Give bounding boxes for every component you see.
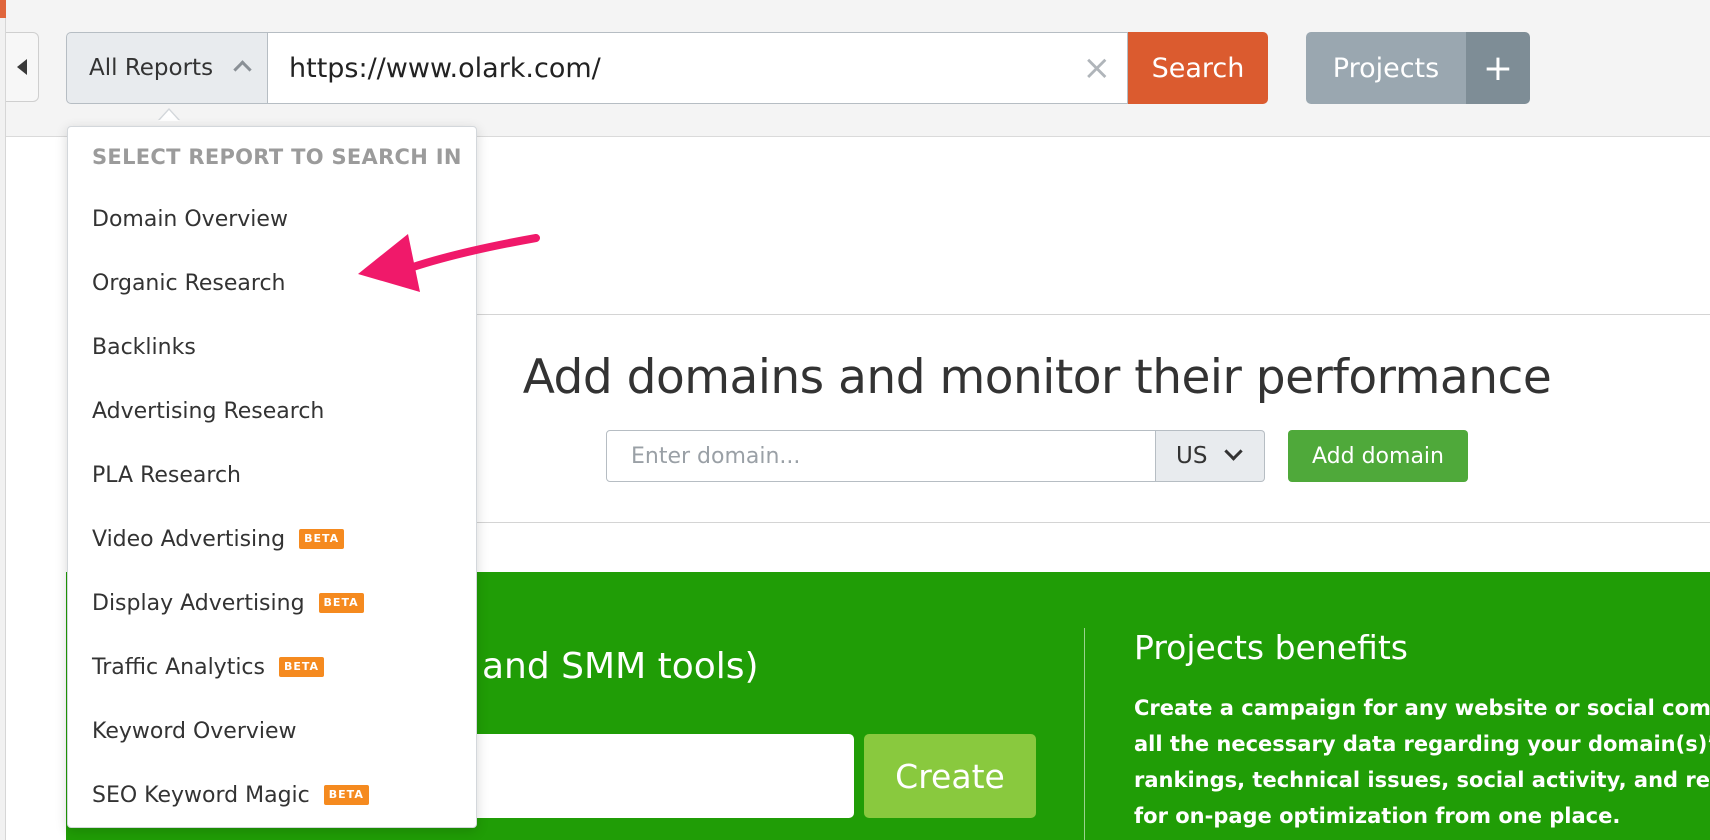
menu-item-seo-keyword-magic[interactable]: SEO Keyword Magic BETA [92, 775, 369, 815]
benefits-title: Projects benefits [1134, 628, 1408, 667]
benefits-line: Create a campaign for any website or soc… [1134, 696, 1710, 720]
beta-badge: BETA [299, 529, 345, 549]
beta-badge: BETA [279, 657, 325, 677]
dropdown-caret [158, 108, 180, 121]
menu-item-backlinks[interactable]: Backlinks [92, 327, 196, 367]
menu-item-label: Backlinks [92, 334, 196, 360]
domain-input[interactable] [606, 430, 1156, 482]
report-select[interactable]: All Reports [66, 32, 268, 104]
add-domain-button[interactable]: Add domain [1288, 430, 1468, 482]
menu-item-display-advertising[interactable]: Display Advertising BETA [92, 583, 364, 623]
benefits-line: all the necessary data regarding your do… [1134, 732, 1710, 756]
menu-item-domain-overview[interactable]: Domain Overview [92, 199, 288, 239]
menu-item-label: Keyword Overview [92, 718, 297, 744]
url-input[interactable] [268, 33, 1127, 103]
search-button[interactable]: Search [1128, 32, 1268, 104]
section-divider [476, 522, 1710, 523]
menu-item-label: PLA Research [92, 462, 241, 488]
menu-item-label: Advertising Research [92, 398, 325, 424]
section-divider [476, 314, 1710, 315]
menu-item-advertising-research[interactable]: Advertising Research [92, 391, 324, 431]
search-bar: All Reports × Search [66, 32, 1268, 104]
sidebar-collapse-button[interactable] [6, 32, 39, 102]
plus-icon[interactable]: + [1466, 32, 1530, 104]
close-icon[interactable]: × [1083, 51, 1112, 85]
menu-item-label: Organic Research [92, 270, 286, 296]
benefits-line: rankings, technical issues, social activ… [1134, 768, 1710, 792]
country-select[interactable]: US [1156, 430, 1265, 482]
menu-item-keyword-overview[interactable]: Keyword Overview [92, 711, 297, 751]
menu-item-traffic-analytics[interactable]: Traffic Analytics BETA [92, 647, 325, 687]
menu-item-label: Domain Overview [92, 206, 288, 232]
project-name-input[interactable] [470, 734, 854, 818]
panel-divider [1084, 628, 1085, 840]
triangle-left-icon [17, 59, 27, 75]
report-select-label: All Reports [89, 55, 214, 81]
country-label: US [1176, 443, 1208, 469]
menu-item-pla-research[interactable]: PLA Research [92, 455, 241, 495]
benefits-line: for on-page optimization from one place. [1134, 804, 1621, 828]
menu-item-video-advertising[interactable]: Video Advertising BETA [92, 519, 345, 559]
url-search-field: × [268, 32, 1128, 104]
menu-item-organic-research[interactable]: Organic Research [92, 263, 285, 303]
projects-controls: Projects + [1306, 32, 1530, 104]
menu-item-label: Display Advertising [92, 590, 305, 616]
menu-item-label: Traffic Analytics [92, 654, 265, 680]
add-domain-form: US [606, 430, 1265, 482]
projects-button[interactable]: Projects [1306, 32, 1466, 104]
menu-item-label: Video Advertising [92, 526, 286, 552]
page: All Reports × Search Projects + Add doma… [0, 0, 1710, 840]
monitor-title: Add domains and monitor their performanc… [522, 350, 1552, 405]
annotation-arrow [358, 234, 540, 292]
dropdown-header: SELECT REPORT TO SEARCH IN [92, 145, 462, 169]
beta-badge: BETA [318, 593, 364, 613]
benefits-text: Create a campaign for any website or soc… [1134, 690, 1710, 834]
menu-item-label: SEO Keyword Magic [92, 782, 310, 808]
create-project-heading: and SMM tools) [482, 646, 759, 687]
chevron-up-icon [233, 60, 252, 79]
beta-badge: BETA [323, 785, 369, 805]
create-button[interactable]: Create [864, 734, 1036, 818]
chevron-down-icon [1224, 442, 1243, 461]
